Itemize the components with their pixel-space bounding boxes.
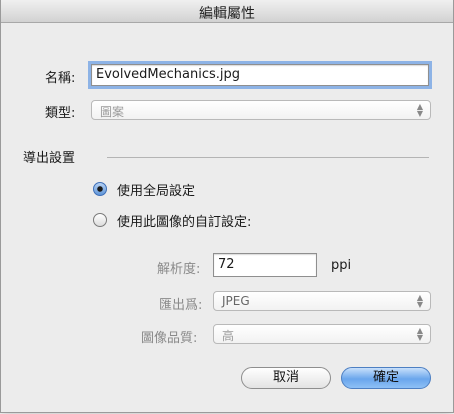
window-title: 編輯屬性 <box>199 6 255 22</box>
type-select-value: 圖案 <box>100 105 125 119</box>
name-label: 名稱: <box>45 71 76 86</box>
section-divider <box>107 157 429 158</box>
use-global-settings-label[interactable]: 使用全局設定 <box>117 180 195 199</box>
image-quality-label: 圖像品質: <box>141 331 198 346</box>
type-select[interactable]: 圖案 ▲ ▼ <box>91 100 431 120</box>
resolution-label: 解析度: <box>157 262 201 277</box>
type-label: 類型: <box>45 106 76 121</box>
chevron-updown-icon: ▲ ▼ <box>416 293 424 309</box>
resolution-unit: ppi <box>331 258 352 273</box>
use-custom-settings-radio[interactable] <box>93 213 107 227</box>
image-quality-value: 高 <box>222 329 235 343</box>
ok-button[interactable]: 確定 <box>341 367 431 389</box>
edit-properties-dialog: 編輯屬性 名稱: EvolvedMechanics.jpg 類型: 圖案 ▲ ▼ … <box>0 0 454 413</box>
cancel-button[interactable]: 取消 <box>241 367 331 389</box>
use-custom-settings-label[interactable]: 使用此圖像的自訂設定: <box>117 211 251 230</box>
export-settings-label: 導出設置 <box>23 151 76 166</box>
chevron-updown-icon: ▲ ▼ <box>416 326 424 342</box>
name-input[interactable]: EvolvedMechanics.jpg <box>88 61 432 89</box>
chevron-updown-icon: ▲ ▼ <box>416 102 424 118</box>
export-as-value: JPEG <box>222 294 250 308</box>
resolution-input[interactable]: 72 <box>213 253 317 277</box>
export-as-label: 匯出爲: <box>159 298 203 313</box>
image-quality-select[interactable]: 高 ▲ ▼ <box>213 324 431 344</box>
use-global-settings-radio[interactable] <box>93 182 107 196</box>
export-as-select[interactable]: JPEG ▲ ▼ <box>213 291 431 311</box>
title-bar: 編輯屬性 <box>1 0 453 23</box>
